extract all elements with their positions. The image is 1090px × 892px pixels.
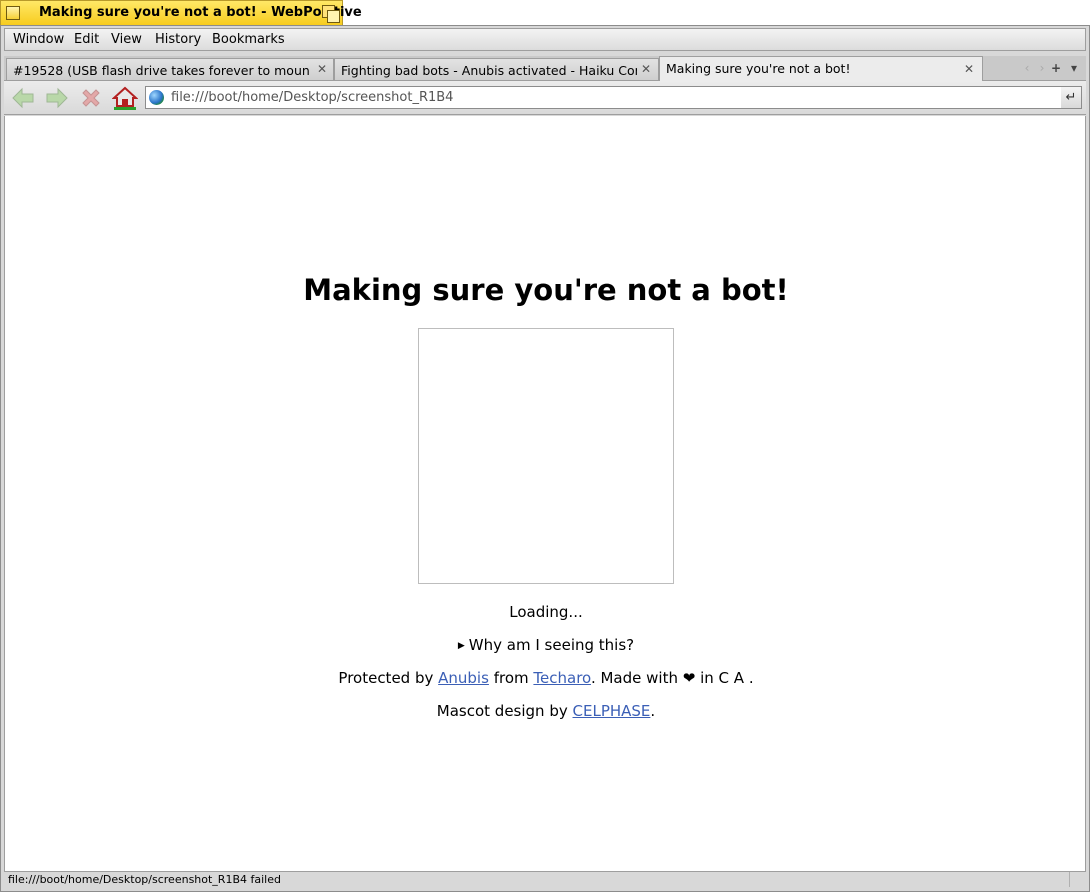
tab-menu-icon[interactable]: ▾	[1066, 60, 1082, 76]
menu-view[interactable]: View	[111, 32, 142, 47]
why-label: Why am I seeing this?	[468, 636, 635, 654]
url-field[interactable]: file:///boot/home/Desktop/screenshot_R1B…	[145, 86, 1062, 109]
tab-bar: #19528 (USB flash drive takes forever to…	[4, 56, 1086, 81]
tab-usb-ticket[interactable]: #19528 (USB flash drive takes forever to…	[6, 58, 334, 80]
forward-arrow-icon[interactable]	[44, 85, 70, 111]
page-content: Making sure you're not a bot! Loading...…	[4, 116, 1086, 871]
menu-edit[interactable]: Edit	[74, 32, 99, 47]
tab-label: Making sure you're not a bot!	[666, 61, 851, 76]
anubis-link[interactable]: Anubis	[438, 669, 489, 687]
url-text: file:///boot/home/Desktop/screenshot_R1B…	[171, 90, 454, 105]
tab-close-icon[interactable]: ✕	[317, 62, 327, 76]
window-close-button[interactable]	[6, 6, 20, 20]
globe-icon	[149, 90, 164, 105]
period-text: .	[650, 702, 656, 720]
go-button[interactable]: ↵	[1061, 86, 1082, 109]
why-disclosure[interactable]: ▶ Why am I seeing this?	[5, 636, 1087, 654]
tab-label: Fighting bad bots - Anubis activated - H…	[341, 63, 637, 78]
tab-making-sure[interactable]: Making sure you're not a bot! ✕	[659, 56, 983, 81]
menu-history[interactable]: History	[155, 32, 201, 47]
status-text: file:///boot/home/Desktop/screenshot_R1B…	[8, 873, 281, 886]
disclosure-triangle-icon: ▶	[457, 641, 465, 651]
menu-bookmarks[interactable]: Bookmarks	[212, 32, 285, 47]
window-title: Making sure you're not a bot! - WebPosit…	[39, 5, 362, 20]
mascot-image	[418, 328, 674, 584]
tab-close-icon[interactable]: ✕	[964, 62, 974, 76]
made-with-text: . Made with	[590, 669, 678, 687]
window-zoom-button[interactable]	[322, 5, 340, 23]
home-icon[interactable]	[111, 85, 139, 111]
protected-by-text: Protected by	[338, 669, 434, 687]
menu-bar: Window Edit View History Bookmarks	[4, 28, 1086, 51]
window-tab[interactable]: Making sure you're not a bot! - WebPosit…	[0, 0, 362, 25]
tab-fighting-bots[interactable]: Fighting bad bots - Anubis activated - H…	[334, 58, 659, 80]
tab-label: #19528 (USB flash drive takes forever to…	[13, 63, 309, 78]
from-text: from	[493, 669, 529, 687]
mascot-credit-line: Mascot design by CELPHASE.	[5, 702, 1087, 720]
techaro-link[interactable]: Techaro	[533, 669, 591, 687]
status-bar: file:///boot/home/Desktop/screenshot_R1B…	[4, 871, 1086, 888]
loading-text: Loading...	[509, 603, 583, 621]
protected-by-line: Protected by Anubis from Techaro. Made w…	[5, 669, 1087, 687]
back-arrow-icon[interactable]	[10, 85, 36, 111]
country-text: in C A .	[700, 669, 754, 687]
tab-prev-icon[interactable]: ‹	[1019, 60, 1035, 76]
heart-icon: ❤	[682, 669, 696, 687]
menu-window[interactable]: Window	[13, 32, 64, 47]
resize-grip[interactable]	[1069, 872, 1086, 887]
mascot-credit-text: Mascot design by	[436, 702, 568, 720]
page-title: Making sure you're not a bot!	[303, 273, 789, 307]
celphase-link[interactable]: CELPHASE	[573, 702, 651, 720]
new-tab-icon[interactable]: +	[1048, 60, 1064, 76]
stop-icon[interactable]	[78, 85, 104, 111]
tab-close-icon[interactable]: ✕	[641, 62, 651, 76]
